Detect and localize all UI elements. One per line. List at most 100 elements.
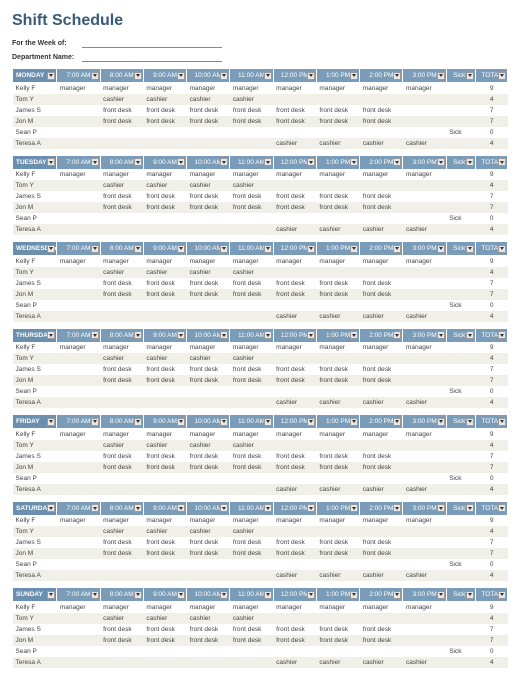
- shift-cell[interactable]: front desk: [273, 116, 316, 127]
- sick-cell[interactable]: [446, 256, 476, 267]
- sick-cell[interactable]: [446, 602, 476, 613]
- shift-cell[interactable]: [403, 300, 446, 311]
- shift-cell[interactable]: cashier: [316, 397, 359, 408]
- shift-cell[interactable]: front desk: [230, 635, 273, 646]
- shift-cell[interactable]: cashier: [143, 526, 186, 537]
- shift-cell[interactable]: front desk: [316, 289, 359, 300]
- filter-dropdown-icon[interactable]: [47, 418, 55, 426]
- time-header[interactable]: 11:00 AM: [230, 415, 273, 429]
- shift-cell[interactable]: [57, 646, 100, 657]
- shift-cell[interactable]: cashier: [143, 94, 186, 105]
- shift-cell[interactable]: cashier: [143, 267, 186, 278]
- sick-cell[interactable]: Sick: [446, 473, 476, 484]
- shift-cell[interactable]: front desk: [316, 116, 359, 127]
- time-header[interactable]: 11:00 AM: [230, 242, 273, 256]
- filter-dropdown-icon[interactable]: [264, 245, 272, 253]
- shift-cell[interactable]: front desk: [230, 105, 273, 116]
- shift-cell[interactable]: front desk: [100, 278, 143, 289]
- shift-cell[interactable]: cashier: [360, 311, 403, 322]
- total-header[interactable]: TOTAL: [476, 242, 508, 256]
- sick-cell[interactable]: [446, 526, 476, 537]
- sick-cell[interactable]: [446, 94, 476, 105]
- shift-cell[interactable]: [100, 138, 143, 149]
- shift-cell[interactable]: [187, 311, 230, 322]
- shift-cell[interactable]: [57, 462, 100, 473]
- shift-cell[interactable]: cashier: [403, 484, 446, 495]
- shift-cell[interactable]: cashier: [360, 484, 403, 495]
- shift-cell[interactable]: manager: [143, 256, 186, 267]
- shift-cell[interactable]: front desk: [230, 278, 273, 289]
- shift-cell[interactable]: manager: [57, 602, 100, 613]
- filter-dropdown-icon[interactable]: [134, 72, 142, 80]
- filter-dropdown-icon[interactable]: [91, 331, 99, 339]
- shift-cell[interactable]: [360, 526, 403, 537]
- shift-cell[interactable]: [403, 202, 446, 213]
- shift-cell[interactable]: [360, 300, 403, 311]
- filter-dropdown-icon[interactable]: [307, 245, 315, 253]
- shift-cell[interactable]: front desk: [100, 624, 143, 635]
- time-header[interactable]: 12:00 PM: [273, 242, 316, 256]
- shift-cell[interactable]: front desk: [187, 364, 230, 375]
- department-input-line[interactable]: [82, 52, 222, 62]
- filter-dropdown-icon[interactable]: [437, 591, 445, 599]
- filter-dropdown-icon[interactable]: [177, 331, 185, 339]
- shift-cell[interactable]: cashier: [230, 267, 273, 278]
- shift-cell[interactable]: [57, 451, 100, 462]
- shift-cell[interactable]: front desk: [273, 289, 316, 300]
- shift-cell[interactable]: manager: [100, 429, 143, 440]
- shift-cell[interactable]: [143, 657, 186, 668]
- time-header[interactable]: 3:00 PM: [403, 328, 446, 342]
- sick-header[interactable]: Sick?: [446, 69, 476, 83]
- shift-cell[interactable]: cashier: [360, 224, 403, 235]
- time-header[interactable]: 11:00 AM: [230, 501, 273, 515]
- filter-dropdown-icon[interactable]: [350, 158, 358, 166]
- shift-cell[interactable]: front desk: [360, 278, 403, 289]
- shift-cell[interactable]: front desk: [187, 375, 230, 386]
- shift-cell[interactable]: [273, 613, 316, 624]
- shift-cell[interactable]: [316, 559, 359, 570]
- filter-dropdown-icon[interactable]: [498, 418, 506, 426]
- shift-cell[interactable]: [100, 657, 143, 668]
- filter-dropdown-icon[interactable]: [91, 504, 99, 512]
- sick-cell[interactable]: [446, 180, 476, 191]
- shift-cell[interactable]: front desk: [360, 364, 403, 375]
- shift-cell[interactable]: [100, 300, 143, 311]
- shift-cell[interactable]: [57, 127, 100, 138]
- shift-cell[interactable]: front desk: [273, 202, 316, 213]
- shift-cell[interactable]: front desk: [100, 289, 143, 300]
- time-header[interactable]: 8:00 AM: [100, 415, 143, 429]
- shift-cell[interactable]: [187, 300, 230, 311]
- shift-cell[interactable]: [316, 213, 359, 224]
- shift-cell[interactable]: [316, 127, 359, 138]
- filter-dropdown-icon[interactable]: [177, 158, 185, 166]
- shift-cell[interactable]: front desk: [230, 202, 273, 213]
- shift-cell[interactable]: [360, 613, 403, 624]
- shift-cell[interactable]: [273, 213, 316, 224]
- shift-cell[interactable]: manager: [360, 342, 403, 353]
- shift-cell[interactable]: front desk: [187, 537, 230, 548]
- shift-cell[interactable]: manager: [230, 602, 273, 613]
- sick-cell[interactable]: [446, 657, 476, 668]
- shift-cell[interactable]: [403, 191, 446, 202]
- filter-dropdown-icon[interactable]: [437, 72, 445, 80]
- shift-cell[interactable]: manager: [230, 256, 273, 267]
- shift-cell[interactable]: [57, 180, 100, 191]
- sick-header[interactable]: Sick?: [446, 155, 476, 169]
- shift-cell[interactable]: front desk: [360, 289, 403, 300]
- shift-cell[interactable]: front desk: [143, 364, 186, 375]
- shift-cell[interactable]: [187, 657, 230, 668]
- shift-cell[interactable]: [143, 646, 186, 657]
- shift-cell[interactable]: [57, 440, 100, 451]
- shift-cell[interactable]: front desk: [230, 364, 273, 375]
- time-header[interactable]: 2:00 PM: [360, 155, 403, 169]
- filter-dropdown-icon[interactable]: [220, 245, 228, 253]
- shift-cell[interactable]: [57, 657, 100, 668]
- shift-cell[interactable]: front desk: [143, 289, 186, 300]
- shift-cell[interactable]: cashier: [403, 397, 446, 408]
- filter-dropdown-icon[interactable]: [134, 591, 142, 599]
- filter-dropdown-icon[interactable]: [264, 72, 272, 80]
- day-header[interactable]: SATURDAY: [13, 501, 57, 515]
- time-header[interactable]: 12:00 PM: [273, 69, 316, 83]
- sick-cell[interactable]: [446, 224, 476, 235]
- shift-cell[interactable]: cashier: [273, 311, 316, 322]
